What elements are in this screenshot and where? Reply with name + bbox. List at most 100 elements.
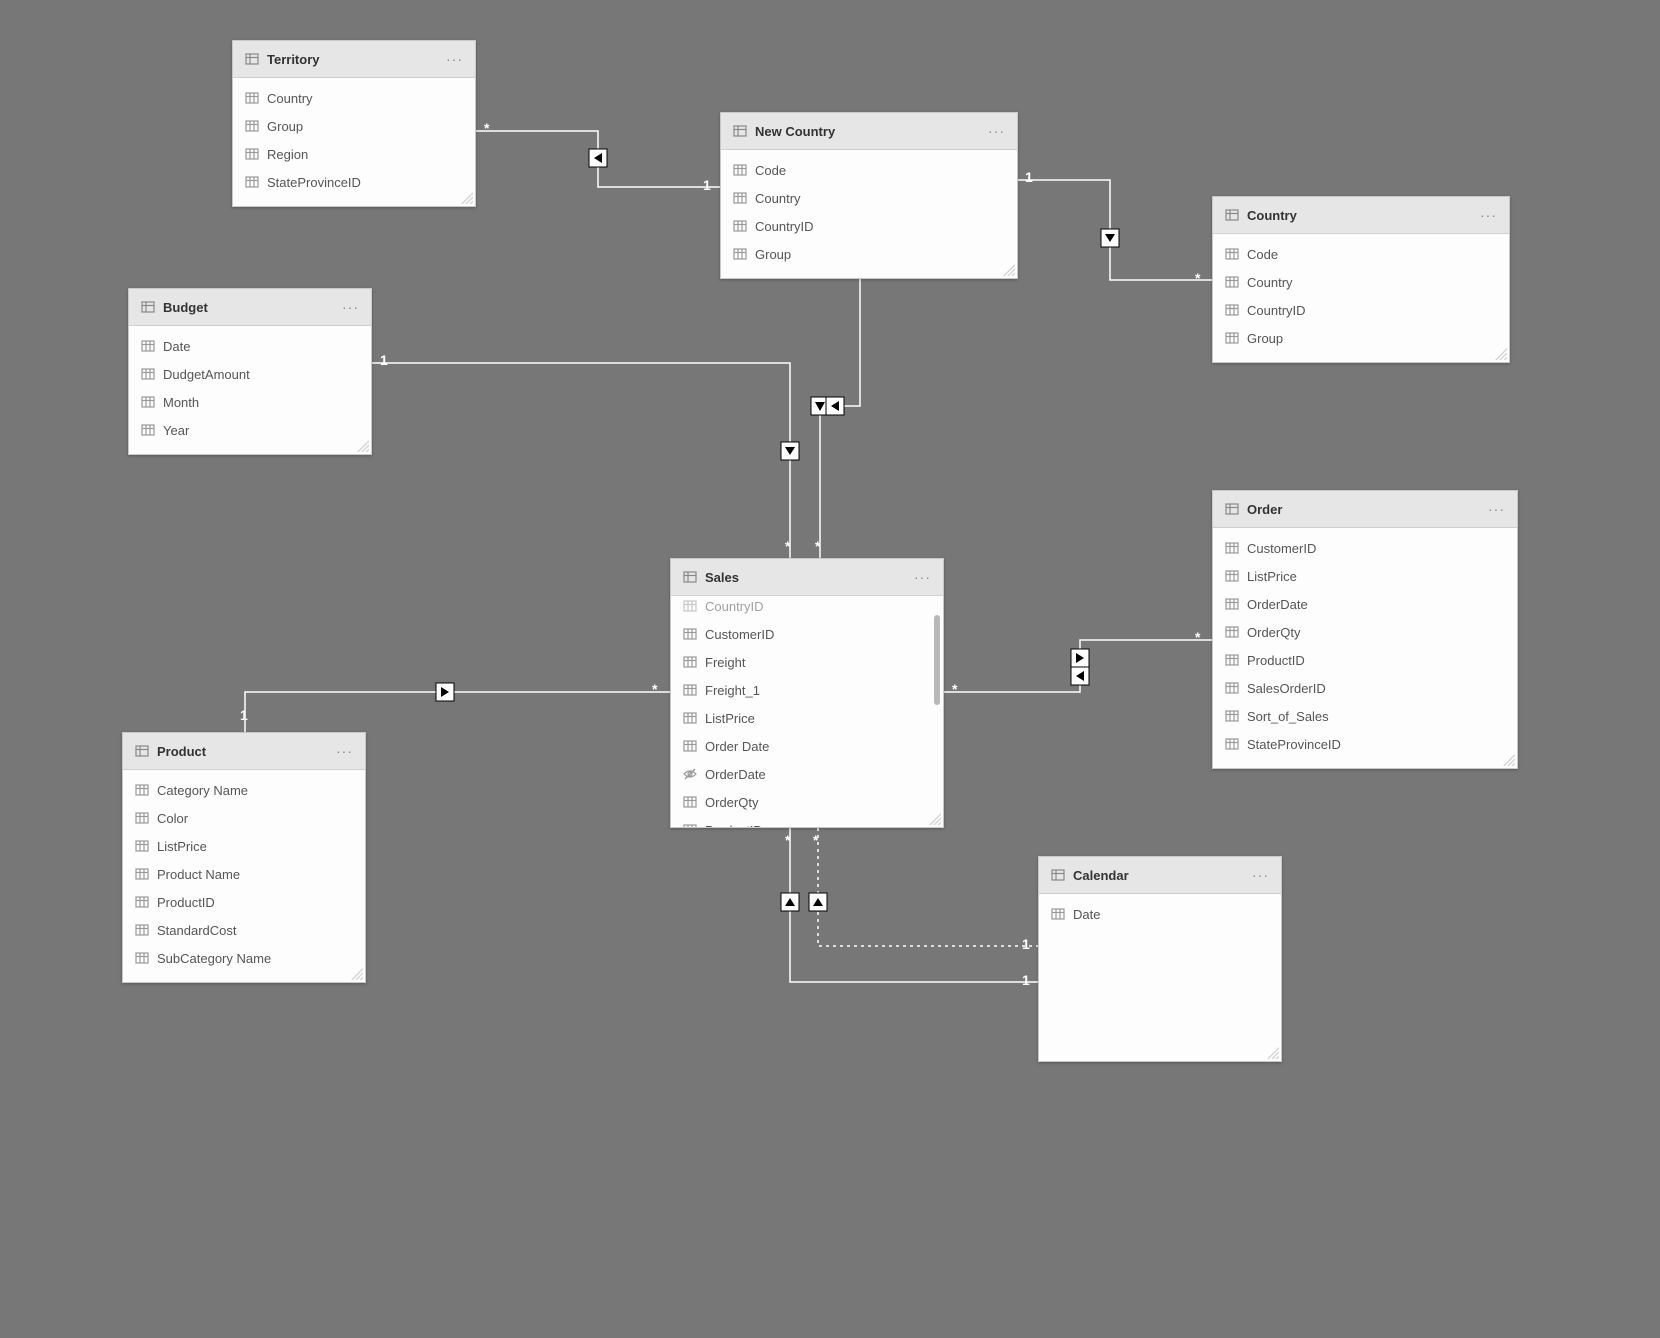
field-label: ListPrice bbox=[705, 711, 755, 726]
field-row[interactable]: Date bbox=[1039, 900, 1281, 928]
column-icon bbox=[135, 839, 149, 853]
more-icon[interactable]: ··· bbox=[340, 299, 361, 315]
field-row[interactable]: ListPrice bbox=[123, 832, 365, 860]
field-row[interactable]: Group bbox=[721, 240, 1017, 268]
field-list[interactable]: CountryIDCustomerIDFreightFreight_1 ListP… bbox=[671, 586, 943, 827]
field-row[interactable]: CustomerID bbox=[671, 620, 943, 648]
field-row[interactable]: Freight_1 bbox=[671, 676, 943, 704]
table-budget[interactable]: Budget ··· DateDudgetAmount Month Year bbox=[128, 288, 372, 455]
cardinality-one: 1 bbox=[1022, 936, 1030, 952]
field-row[interactable]: ProductID bbox=[671, 816, 943, 827]
model-canvas[interactable]: * 1 1 * 1 * 1 * 1 * * * * * 1 1 Territor… bbox=[0, 0, 1660, 1338]
table-icon bbox=[1225, 208, 1239, 222]
field-row[interactable]: Month bbox=[129, 388, 371, 416]
resize-grip-icon[interactable] bbox=[355, 438, 369, 452]
field-label: ProductID bbox=[157, 895, 215, 910]
field-row[interactable]: Date bbox=[129, 332, 371, 360]
more-icon[interactable]: ··· bbox=[912, 569, 933, 585]
resize-grip-icon[interactable] bbox=[1501, 752, 1515, 766]
scrollbar[interactable] bbox=[934, 615, 940, 705]
field-row[interactable]: Country bbox=[233, 84, 475, 112]
resize-grip-icon[interactable] bbox=[349, 966, 363, 980]
column-icon bbox=[1225, 331, 1239, 345]
field-row[interactable]: ProductID bbox=[123, 888, 365, 916]
field-row[interactable]: SubCategory Name bbox=[123, 944, 365, 972]
field-label: CountryID bbox=[755, 219, 814, 234]
field-row[interactable]: Code bbox=[1213, 240, 1509, 268]
field-row[interactable]: Country bbox=[721, 184, 1017, 212]
field-row[interactable]: Region bbox=[233, 140, 475, 168]
more-icon[interactable]: ··· bbox=[334, 743, 355, 759]
table-header[interactable]: Calendar ··· bbox=[1039, 857, 1281, 894]
field-row[interactable]: Color bbox=[123, 804, 365, 832]
field-label: Code bbox=[1247, 247, 1278, 262]
field-row[interactable]: CountryID bbox=[671, 592, 943, 620]
table-order[interactable]: Order ··· CustomerIDListPriceOrderDateOr… bbox=[1212, 490, 1518, 769]
table-header[interactable]: Product ··· bbox=[123, 733, 365, 770]
more-icon[interactable]: ··· bbox=[1250, 867, 1271, 883]
field-row[interactable]: Product Name bbox=[123, 860, 365, 888]
field-row[interactable]: StateProvinceID bbox=[1213, 730, 1517, 758]
table-header[interactable]: Order ··· bbox=[1213, 491, 1517, 528]
field-row[interactable]: Group bbox=[233, 112, 475, 140]
field-row[interactable]: ListPrice bbox=[1213, 562, 1517, 590]
field-row[interactable]: CountryID bbox=[721, 212, 1017, 240]
field-row[interactable]: Freight bbox=[671, 648, 943, 676]
more-icon[interactable]: ··· bbox=[1486, 501, 1507, 517]
field-row[interactable]: Sort_of_Sales bbox=[1213, 702, 1517, 730]
resize-grip-icon[interactable] bbox=[1265, 1045, 1279, 1059]
field-row[interactable]: CustomerID bbox=[1213, 534, 1517, 562]
field-row[interactable]: DudgetAmount bbox=[129, 360, 371, 388]
resize-grip-icon[interactable] bbox=[459, 190, 473, 204]
field-row[interactable]: Order Date bbox=[671, 732, 943, 760]
column-icon bbox=[245, 91, 259, 105]
field-label: Code bbox=[755, 163, 786, 178]
field-row[interactable]: StateProvinceID bbox=[233, 168, 475, 196]
cardinality-one: 1 bbox=[240, 707, 248, 723]
field-row[interactable]: Group bbox=[1213, 324, 1509, 352]
field-row[interactable]: OrderDate bbox=[671, 760, 943, 788]
field-row[interactable]: OrderQty bbox=[1213, 618, 1517, 646]
column-icon bbox=[733, 163, 747, 177]
field-row[interactable]: OrderDate bbox=[1213, 590, 1517, 618]
field-row[interactable]: CountryID bbox=[1213, 296, 1509, 324]
field-row[interactable]: Code bbox=[721, 156, 1017, 184]
field-row[interactable]: Category Name bbox=[123, 776, 365, 804]
field-row[interactable]: SalesOrderID bbox=[1213, 674, 1517, 702]
table-territory[interactable]: Territory ··· Country GroupRegionStatePro… bbox=[232, 40, 476, 207]
column-icon bbox=[1225, 541, 1239, 555]
more-icon[interactable]: ··· bbox=[986, 123, 1007, 139]
table-header[interactable]: New Country ··· bbox=[721, 113, 1017, 150]
field-label: Country bbox=[1247, 275, 1293, 290]
table-new-country[interactable]: New Country ··· Code Country CountryID Grou… bbox=[720, 112, 1018, 279]
field-row[interactable]: StandardCost bbox=[123, 916, 365, 944]
field-label: Month bbox=[163, 395, 199, 410]
more-icon[interactable]: ··· bbox=[1478, 207, 1499, 223]
table-calendar[interactable]: Calendar ··· Date bbox=[1038, 856, 1282, 1062]
table-sales[interactable]: Sales ··· CountryIDCustomerIDFreightFrei… bbox=[670, 558, 944, 828]
table-title: Country bbox=[1247, 208, 1478, 223]
field-row[interactable]: Country bbox=[1213, 268, 1509, 296]
resize-grip-icon[interactable] bbox=[927, 811, 941, 825]
table-header[interactable]: Budget ··· bbox=[129, 289, 371, 326]
resize-grip-icon[interactable] bbox=[1493, 346, 1507, 360]
field-row[interactable]: ProductID bbox=[1213, 646, 1517, 674]
table-header[interactable]: Territory ··· bbox=[233, 41, 475, 78]
field-label: Group bbox=[1247, 331, 1283, 346]
more-icon[interactable]: ··· bbox=[444, 51, 465, 67]
field-list: Country GroupRegionStateProvinceID bbox=[233, 78, 475, 206]
field-row[interactable]: OrderQty bbox=[671, 788, 943, 816]
table-country[interactable]: Country ··· Code Country CountryID Group bbox=[1212, 196, 1510, 363]
field-label: Country bbox=[267, 91, 313, 106]
column-icon bbox=[683, 655, 697, 669]
resize-grip-icon[interactable] bbox=[1001, 262, 1015, 276]
table-title: Order bbox=[1247, 502, 1486, 517]
column-icon bbox=[683, 823, 697, 827]
table-header[interactable]: Country ··· bbox=[1213, 197, 1509, 234]
table-title: Sales bbox=[705, 570, 912, 585]
field-row[interactable]: Year bbox=[129, 416, 371, 444]
field-list: CustomerIDListPriceOrderDateOrderQtyProd… bbox=[1213, 528, 1517, 768]
field-list: Code Country CountryID Group bbox=[1213, 234, 1509, 362]
table-product[interactable]: Product ··· Category NameColorListPriceP… bbox=[122, 732, 366, 983]
field-row[interactable]: ListPrice bbox=[671, 704, 943, 732]
